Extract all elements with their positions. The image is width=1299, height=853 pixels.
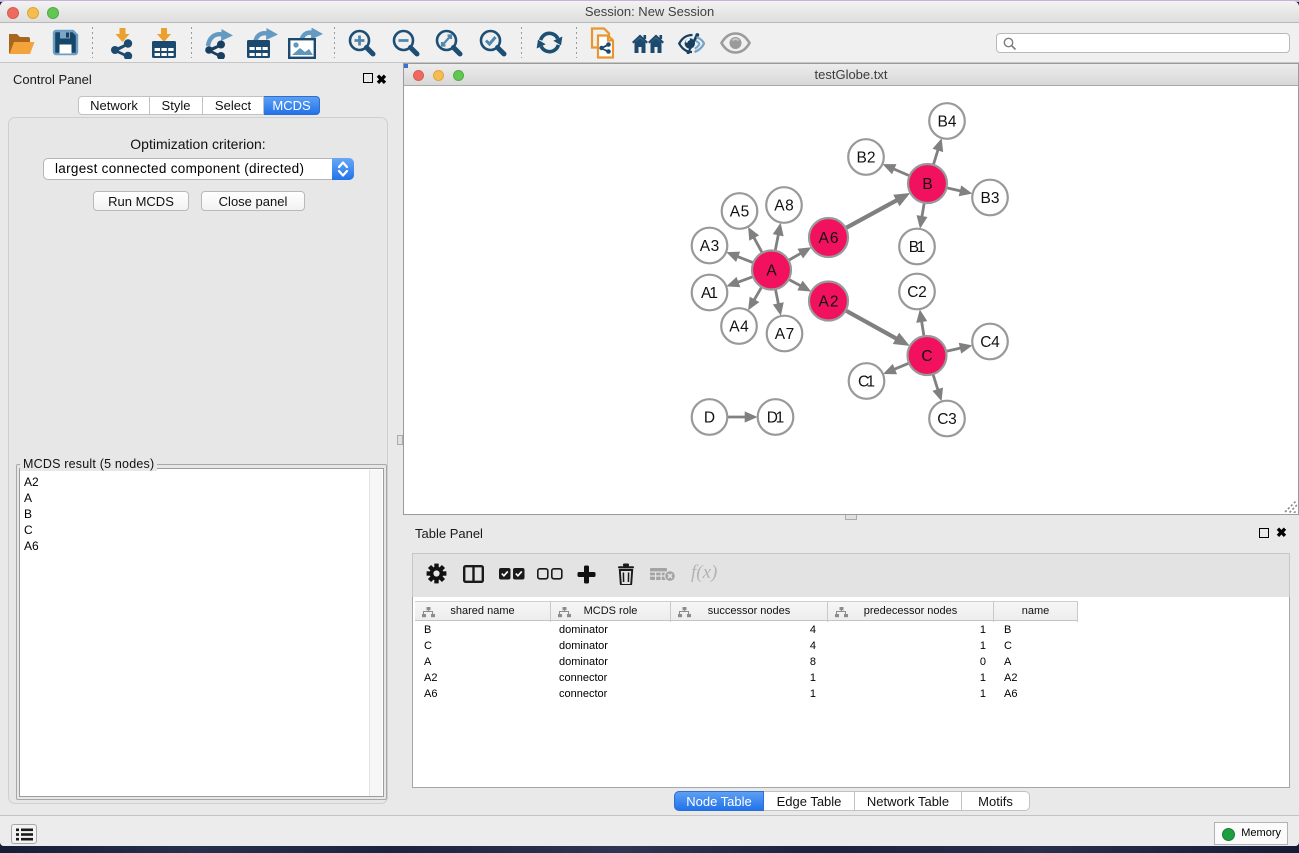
svg-text:A3: A3 xyxy=(700,238,720,255)
svg-text:A5: A5 xyxy=(730,204,750,221)
svg-text:D: D xyxy=(704,410,715,427)
svg-text:B4: B4 xyxy=(938,114,957,131)
svg-text:C2: C2 xyxy=(907,284,927,301)
svg-text:B2: B2 xyxy=(857,150,876,167)
svg-text:A6: A6 xyxy=(819,230,839,247)
svg-text:D1: D1 xyxy=(767,410,785,427)
svg-text:A4: A4 xyxy=(729,319,749,336)
svg-text:C: C xyxy=(921,348,932,365)
svg-text:A8: A8 xyxy=(774,198,794,215)
svg-text:A1: A1 xyxy=(701,285,718,302)
svg-text:A: A xyxy=(766,263,777,280)
svg-text:B3: B3 xyxy=(981,190,1000,207)
svg-text:C4: C4 xyxy=(980,334,1000,351)
svg-text:A2: A2 xyxy=(819,294,839,311)
svg-text:B: B xyxy=(922,176,932,193)
svg-text:A7: A7 xyxy=(775,326,795,343)
svg-text:C3: C3 xyxy=(937,411,957,428)
svg-text:B1: B1 xyxy=(909,239,926,256)
svg-text:C1: C1 xyxy=(858,374,875,391)
